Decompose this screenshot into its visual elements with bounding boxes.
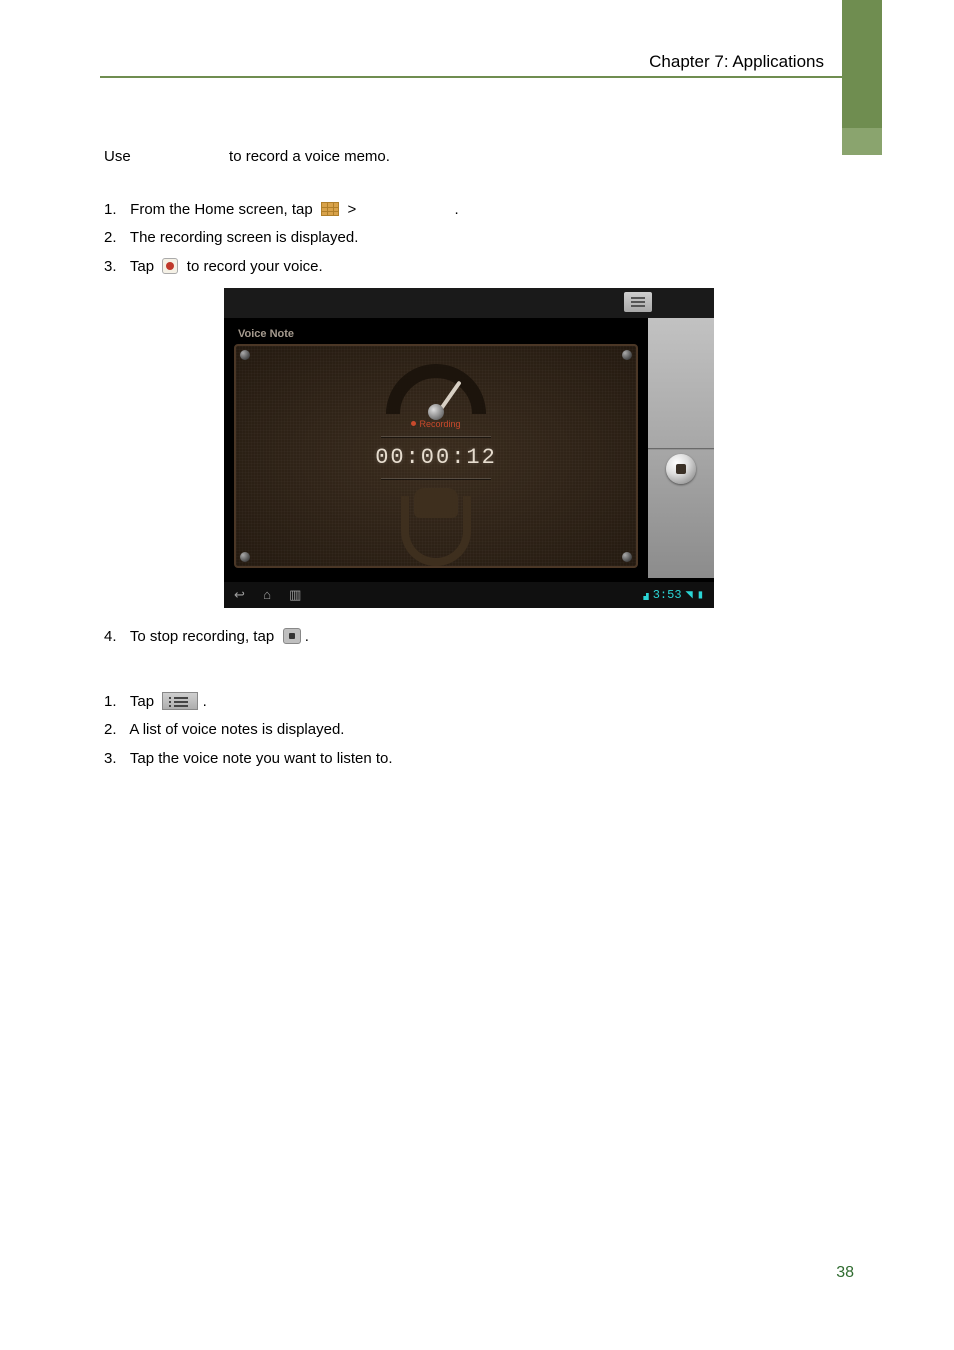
signal-icon [641, 590, 649, 600]
list-item: 2. The recording screen is displayed. [104, 227, 834, 250]
intro-suffix: to record a voice memo. [229, 148, 390, 165]
home-icon[interactable]: ⌂ [263, 587, 271, 602]
rivet-icon [240, 552, 250, 562]
screenshot: Voice Note Recording [224, 288, 714, 608]
step-text: From the Home screen, tap [130, 201, 313, 218]
step-text: . [203, 693, 207, 710]
chapter-title: Chapter 7: Applications [649, 52, 824, 72]
stop-button[interactable] [666, 454, 696, 484]
side-tab-accent [842, 0, 882, 128]
rivet-icon [622, 350, 632, 360]
timer-display: 00:00:12 [361, 441, 511, 474]
step-text: Tap [130, 258, 154, 275]
list-item: 3. Tap to record your voice. [104, 256, 834, 279]
step-number: 3. [104, 748, 126, 771]
step-text: > [347, 201, 356, 218]
app-topbar [224, 288, 714, 318]
list-button[interactable] [624, 292, 652, 312]
wifi-icon: ◥ [686, 586, 693, 604]
step-number: 1. [104, 691, 126, 714]
step-text: . [305, 628, 309, 645]
step-number: 2. [104, 227, 126, 250]
step-text: . [455, 201, 459, 218]
rivet-icon [240, 350, 250, 360]
apps-grid-icon [321, 202, 339, 216]
step-number: 1. [104, 199, 126, 222]
record-icon [162, 258, 178, 274]
status-clock: 3:53 [653, 586, 682, 604]
page-number: 38 [836, 1264, 854, 1282]
step-number: 4. [104, 626, 126, 649]
recorder-panel: Recording 00:00:12 [234, 344, 638, 568]
record-steps-continued: 4. To stop recording, tap . [104, 626, 834, 649]
back-icon[interactable]: ↩ [234, 587, 245, 602]
rivet-icon [622, 552, 632, 562]
step-text: Tap the voice note you want to listen to… [130, 750, 393, 767]
recording-status: Recording [361, 418, 511, 432]
intro-prefix: Use [104, 148, 131, 165]
list-item: 1. From the Home screen, tap > . [104, 199, 834, 222]
step-number: 2. [104, 719, 126, 742]
stop-icon [283, 628, 301, 644]
list-item: 4. To stop recording, tap . [104, 626, 834, 649]
intro-paragraph: Use to record a voice memo. [104, 146, 834, 169]
list-icon [162, 692, 198, 710]
list-item: 3. Tap the voice note you want to listen… [104, 748, 834, 771]
recent-icon[interactable]: ▥ [289, 587, 301, 602]
step-text: A list of voice notes is displayed. [129, 721, 344, 738]
battery-icon: ▮ [697, 586, 704, 604]
system-navbar: ↩ ⌂ ▥ 3:53 ◥ ▮ [224, 582, 714, 608]
step-number: 3. [104, 256, 126, 279]
list-item: 2. A list of voice notes is displayed. [104, 719, 834, 742]
step-text: The recording screen is displayed. [130, 229, 358, 246]
vu-meter [386, 364, 486, 416]
step-text: To stop recording, tap [130, 628, 274, 645]
step-text: Tap [130, 693, 154, 710]
header-rule [100, 76, 882, 78]
side-panel [648, 318, 714, 578]
list-item: 1. Tap . [104, 691, 834, 714]
app-title: Voice Note [238, 326, 294, 343]
microphone-graphic [381, 496, 491, 566]
play-steps: 1. Tap . 2. A list of voice notes is dis… [104, 691, 834, 771]
record-steps: 1. From the Home screen, tap > . 2. The … [104, 199, 834, 279]
step-text: to record your voice. [187, 258, 323, 275]
